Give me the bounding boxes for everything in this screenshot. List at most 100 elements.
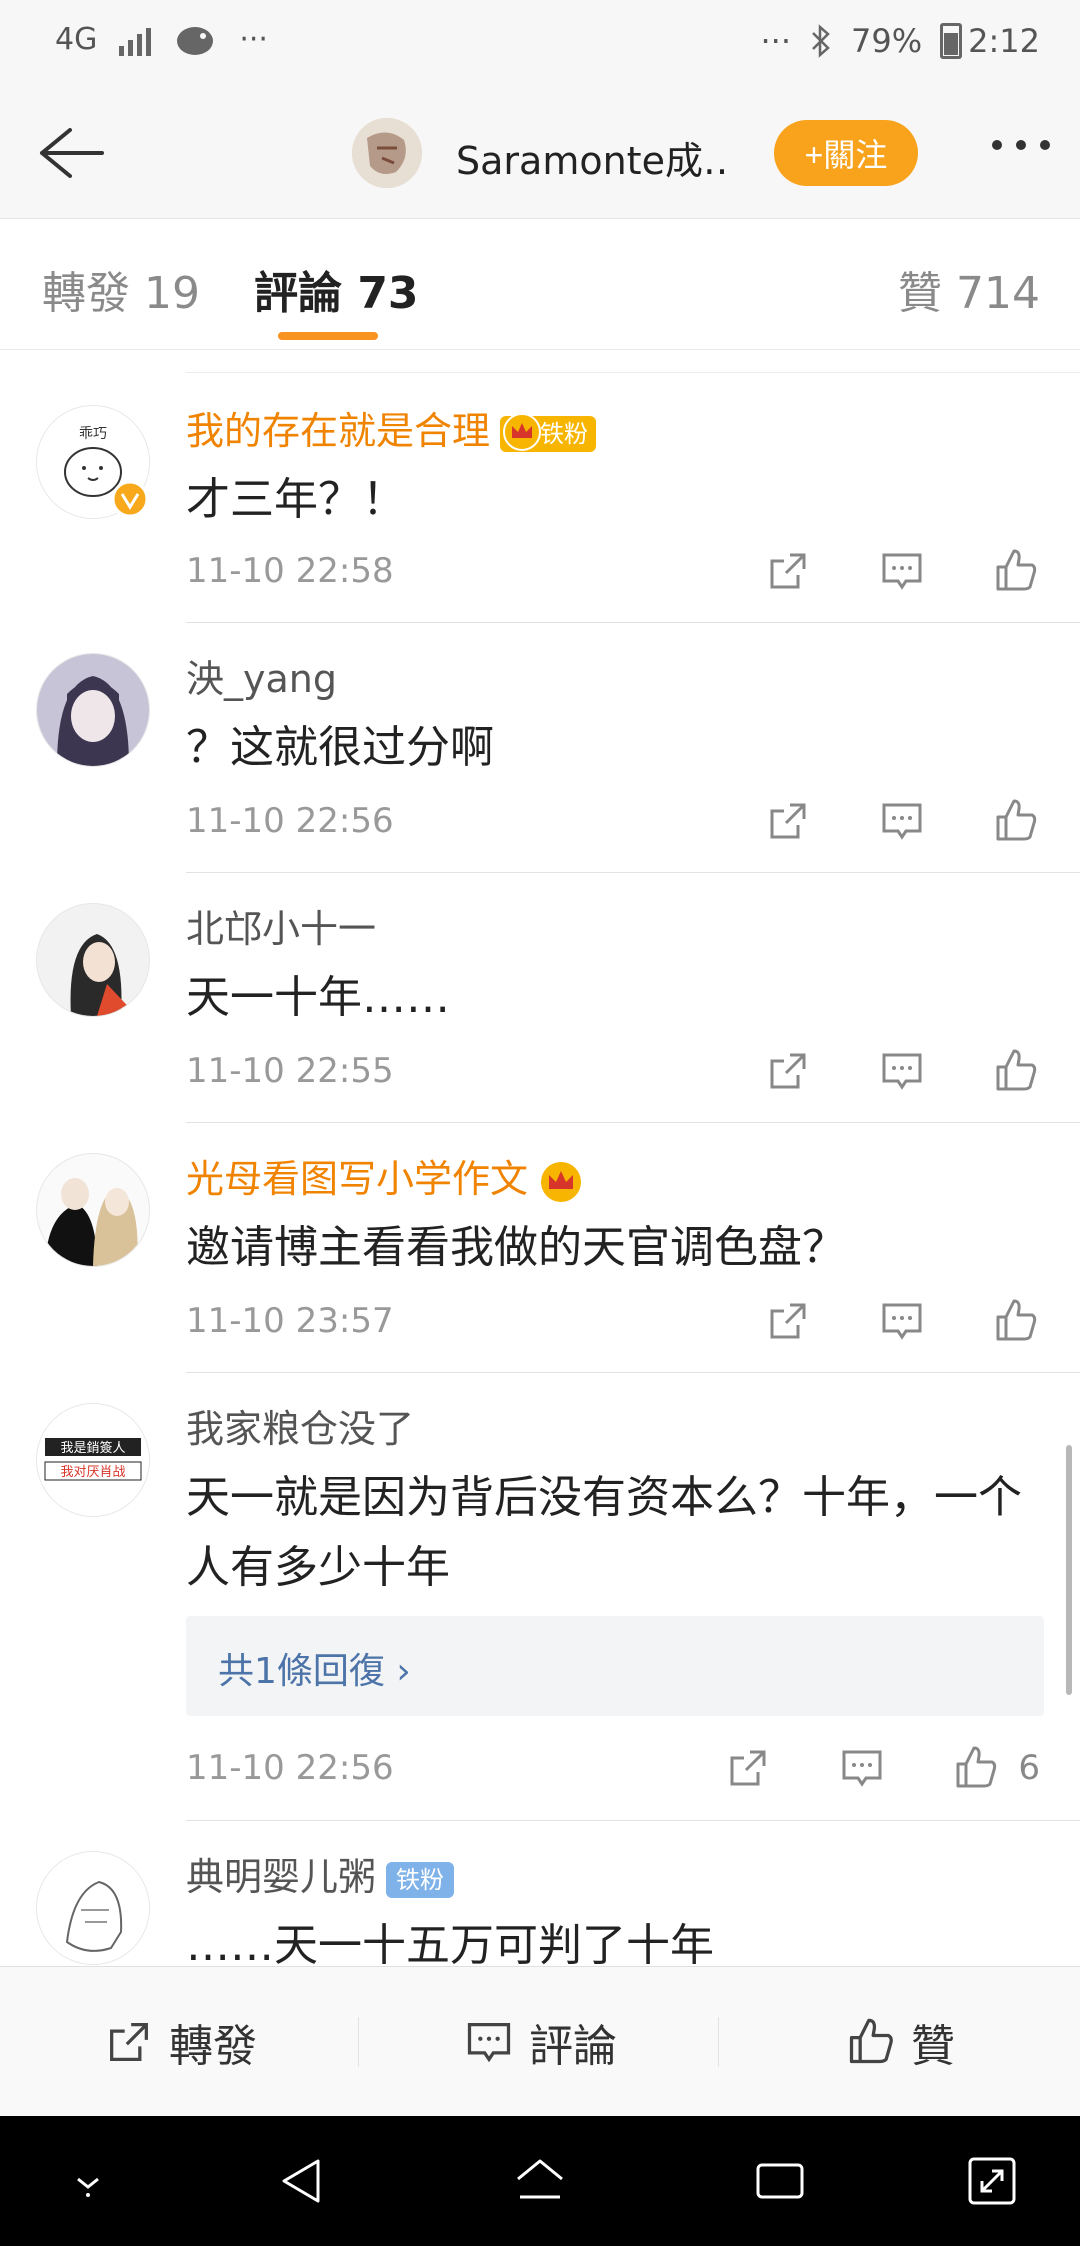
comment-icon xyxy=(467,2023,511,2063)
clock: 2:12 xyxy=(968,22,1040,60)
vip-crown-icon xyxy=(541,1161,582,1202)
like-icon xyxy=(849,2018,893,2064)
author-name[interactable]: 光母看图写小学作文 xyxy=(186,1157,528,1201)
comment-author[interactable]: 光母看图写小学作文 xyxy=(186,1148,584,1205)
more-options-icon[interactable] xyxy=(992,140,1050,150)
iron-fan-badge: 铁粉 xyxy=(386,1861,455,1898)
comment-time: 11-10 23:57 xyxy=(186,1301,394,1341)
battery-icon xyxy=(940,23,963,59)
comment-time: 11-10 22:55 xyxy=(186,1051,394,1091)
comment-actions xyxy=(764,547,1040,595)
more-status: ··· xyxy=(760,22,792,60)
divider xyxy=(186,372,1080,373)
like-button[interactable]: 贊 xyxy=(720,1967,1080,2117)
comment-icon[interactable] xyxy=(878,1297,926,1345)
comment-time: 11-10 22:56 xyxy=(186,1748,394,1788)
comment-time: 11-10 22:58 xyxy=(186,551,394,591)
active-tab-indicator xyxy=(278,332,378,340)
repost-icon xyxy=(110,2023,148,2061)
avatar[interactable]: 我是銷簽人 我对厌肖战 xyxy=(36,1403,150,1517)
avatar[interactable]: 乖巧 xyxy=(36,405,150,519)
scrollbar[interactable] xyxy=(1066,1445,1072,1695)
tab-likes[interactable]: 贊 714 xyxy=(898,257,1040,321)
divider xyxy=(358,2017,359,2067)
avatar[interactable] xyxy=(36,903,150,1017)
author-name[interactable]: 典明婴儿粥 xyxy=(186,1855,376,1899)
divider xyxy=(186,872,1080,873)
comment-icon[interactable] xyxy=(878,797,926,845)
repost-label: 轉發 xyxy=(169,2021,257,2072)
view-replies-link[interactable]: 共1條回復 › xyxy=(218,1642,411,1694)
battery-percent: 79% xyxy=(851,22,923,60)
follow-button[interactable]: +關注 xyxy=(774,120,918,186)
divider xyxy=(186,622,1080,623)
author-name[interactable]: 我的存在就是合理 xyxy=(186,409,490,453)
comment-actions: 6 xyxy=(724,1744,1040,1792)
like-icon[interactable] xyxy=(952,1744,1000,1792)
comment-author[interactable]: 典明婴儿粥 铁粉 xyxy=(186,1846,455,1901)
comment-actions xyxy=(764,1297,1040,1345)
author-name[interactable]: Saramonte成… xyxy=(456,130,726,185)
tab-bar: 轉發 19 評論 73 贊 714 xyxy=(0,219,1080,350)
system-navigation-bar xyxy=(0,2116,1080,2246)
comment-text: 才三年？！ xyxy=(186,474,406,525)
divider xyxy=(186,1122,1080,1123)
recents-nav-icon[interactable] xyxy=(750,2151,810,2211)
divider xyxy=(186,1820,1080,1821)
share-icon[interactable] xyxy=(764,1047,812,1095)
divider xyxy=(718,2017,719,2067)
comment-time: 11-10 22:56 xyxy=(186,801,394,841)
comment-text: 天一十年…… xyxy=(186,972,450,1023)
status-bar: 4G ··· ··· 79% 2:12 xyxy=(0,0,1080,90)
share-icon[interactable] xyxy=(764,547,812,595)
avatar[interactable] xyxy=(36,1153,150,1267)
comment-button[interactable]: 評論 xyxy=(360,1967,720,2117)
like-icon[interactable] xyxy=(992,1297,1040,1345)
rotate-screen-icon[interactable] xyxy=(962,2151,1022,2211)
like-label: 贊 xyxy=(911,2021,955,2072)
bluetooth-icon xyxy=(812,24,830,58)
comment-author[interactable]: 泱_yang xyxy=(186,648,337,703)
comment-text: ？这就很过分啊 xyxy=(186,722,494,773)
app-notification-icon xyxy=(177,26,214,55)
comment-text: 邀请博主看看我做的天官调色盘？ xyxy=(186,1222,846,1273)
back-arrow-icon[interactable] xyxy=(28,118,108,188)
tab-comments[interactable]: 評論 73 xyxy=(254,257,419,321)
signal-icon xyxy=(119,24,152,56)
repost-button[interactable]: 轉發 xyxy=(0,1967,360,2117)
more-notifications: ··· xyxy=(239,22,268,57)
reply-summary[interactable]: 共1條回復 › xyxy=(186,1616,1044,1716)
share-icon[interactable] xyxy=(764,1297,812,1345)
like-icon[interactable] xyxy=(992,797,1040,845)
avatar-caption: 我是銷簽人 xyxy=(60,1440,125,1456)
comment-actions xyxy=(764,797,1040,845)
author-avatar[interactable] xyxy=(352,118,422,188)
share-icon[interactable] xyxy=(764,797,812,845)
comment-author[interactable]: 北邙小十一 xyxy=(186,898,376,953)
share-icon[interactable] xyxy=(724,1744,772,1792)
comment-actions xyxy=(764,1047,1040,1095)
comment-author[interactable]: 我的存在就是合理 铁粉 xyxy=(186,400,597,455)
tab-repost[interactable]: 轉發 19 xyxy=(42,257,200,321)
divider xyxy=(186,1372,1080,1373)
iron-fan-badge: 铁粉 xyxy=(500,412,597,452)
collapse-nav-icon[interactable] xyxy=(58,2151,118,2211)
like-icon[interactable] xyxy=(992,1047,1040,1095)
avatar[interactable] xyxy=(36,1851,150,1965)
back-nav-icon[interactable] xyxy=(272,2151,332,2211)
top-app-bar: Saramonte成… +關注 xyxy=(0,90,1080,219)
like-icon[interactable] xyxy=(992,547,1040,595)
like-count: 6 xyxy=(1018,1748,1040,1788)
comment-label: 評論 xyxy=(529,2021,617,2072)
avatar[interactable] xyxy=(36,653,150,767)
comment-icon[interactable] xyxy=(878,1047,926,1095)
bottom-toolbar: 轉發 評論 贊 xyxy=(0,1966,1080,2117)
avatar-caption: 乖巧 xyxy=(79,426,107,442)
verified-icon xyxy=(111,480,149,518)
network-type: 4G xyxy=(55,22,98,57)
comment-author[interactable]: 我家粮仓没了 xyxy=(186,1398,414,1453)
home-nav-icon[interactable] xyxy=(510,2151,570,2211)
comment-icon[interactable] xyxy=(838,1744,886,1792)
comment-icon[interactable] xyxy=(878,547,926,595)
comment-text: 天一就是因为背后没有资本么？十年，一个人有多少十年 xyxy=(186,1472,1022,1593)
